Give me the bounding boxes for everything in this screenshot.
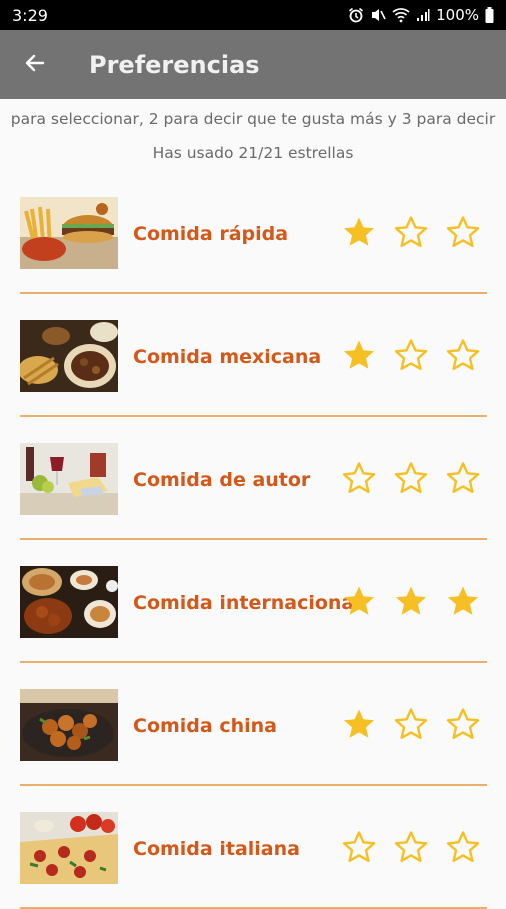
category-label: Comida italiana bbox=[133, 838, 300, 860]
list-item: Comida rápida bbox=[0, 170, 506, 294]
status-bar: 3:29 100% bbox=[0, 0, 506, 30]
star-outline-icon[interactable] bbox=[341, 461, 377, 497]
list-item: Comida de autor bbox=[0, 416, 506, 540]
gourmet-food-image bbox=[20, 443, 118, 515]
stars-usage-text: Has usado 21/21 estrellas bbox=[152, 144, 354, 162]
status-time: 3:29 bbox=[12, 5, 48, 25]
status-icons: 100% bbox=[348, 6, 494, 24]
list-item: Comida mexicana bbox=[0, 293, 506, 417]
list-item: Comida china bbox=[0, 662, 506, 786]
star-filled-icon[interactable] bbox=[445, 584, 481, 620]
star-outline-icon[interactable] bbox=[393, 215, 429, 251]
chinese-food-image bbox=[20, 689, 118, 761]
instructions-text: para seleccionar, 2 para decir que te gu… bbox=[10, 110, 496, 128]
mexican-food-image bbox=[20, 320, 118, 392]
category-label: Comida rápida bbox=[133, 223, 289, 245]
category-label: Comida internacional bbox=[133, 592, 361, 614]
star-filled-icon[interactable] bbox=[341, 215, 377, 251]
star-filled-icon[interactable] bbox=[341, 338, 377, 374]
page-title: Preferencias bbox=[89, 50, 260, 79]
battery-icon bbox=[485, 7, 494, 23]
battery-level: 100% bbox=[436, 6, 479, 24]
star-rating bbox=[341, 461, 481, 497]
app-bar: Preferencias bbox=[0, 30, 506, 99]
star-outline-icon[interactable] bbox=[393, 461, 429, 497]
alarm-icon bbox=[348, 7, 364, 23]
international-food-image bbox=[20, 566, 118, 638]
fast-food-image bbox=[20, 197, 118, 269]
signal-icon bbox=[416, 8, 430, 22]
star-rating bbox=[341, 215, 481, 251]
star-rating bbox=[341, 830, 481, 866]
category-label: Comida china bbox=[133, 715, 277, 737]
list-item: Comida internacional bbox=[0, 539, 506, 663]
star-rating bbox=[341, 338, 481, 374]
star-rating bbox=[341, 584, 481, 620]
star-outline-icon[interactable] bbox=[393, 707, 429, 743]
list-item: Comida italiana bbox=[0, 785, 506, 909]
category-label: Comida mexicana bbox=[133, 346, 322, 368]
star-outline-icon[interactable] bbox=[393, 338, 429, 374]
star-outline-icon[interactable] bbox=[445, 461, 481, 497]
mute-icon bbox=[370, 7, 386, 23]
star-outline-icon[interactable] bbox=[341, 830, 377, 866]
back-button[interactable] bbox=[15, 45, 55, 85]
star-outline-icon[interactable] bbox=[445, 215, 481, 251]
star-filled-icon[interactable] bbox=[393, 584, 429, 620]
arrow-back-icon bbox=[23, 51, 47, 79]
star-outline-icon[interactable] bbox=[393, 830, 429, 866]
star-outline-icon[interactable] bbox=[445, 338, 481, 374]
italian-food-image bbox=[20, 812, 118, 884]
star-filled-icon[interactable] bbox=[341, 707, 377, 743]
preferences-list: Comida rápida Comida mexicana Comida de au… bbox=[0, 170, 506, 909]
category-label: Comida de autor bbox=[133, 469, 311, 491]
star-rating bbox=[341, 707, 481, 743]
star-outline-icon[interactable] bbox=[445, 707, 481, 743]
star-outline-icon[interactable] bbox=[445, 830, 481, 866]
wifi-icon bbox=[392, 7, 410, 23]
star-filled-icon[interactable] bbox=[341, 584, 377, 620]
